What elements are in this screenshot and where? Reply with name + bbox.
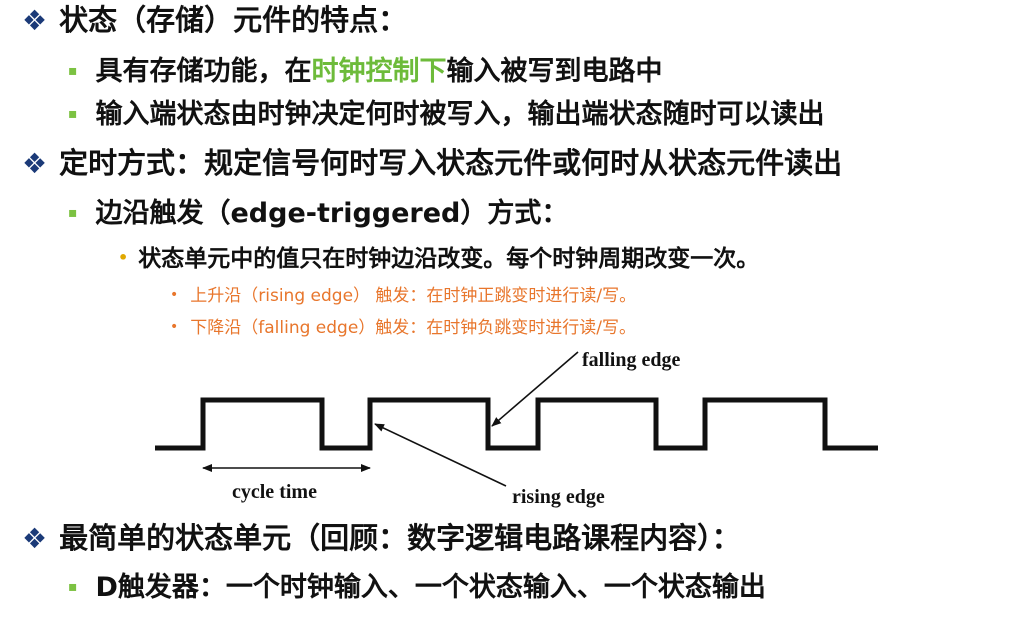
bullet-timing-method: ❖ 定时方式：规定信号何时写入状态元件或何时从状态元件读出 — [22, 145, 842, 182]
bullet-state-change-on-edge: • 状态单元中的值只在时钟边沿改变。每个时钟周期改变一次。 — [118, 243, 759, 274]
highlighted-text: 时钟控制下 — [311, 56, 447, 87]
dot-bullet-icon: • — [170, 287, 179, 303]
cycle-time-label: cycle time — [232, 481, 317, 503]
bullet-simplest-state-element: ❖ 最简单的状态单元（回顾：数字逻辑电路课程内容）： — [22, 520, 741, 557]
diamond-bullet-icon: ❖ — [22, 4, 48, 37]
bullet-text: D触发器：一个时钟输入、一个状态输入、一个状态输出 — [95, 572, 766, 603]
bullet-d-flip-flop: ▪ D触发器：一个时钟输入、一个状态输入、一个状态输出 — [68, 570, 766, 605]
square-bullet-icon: ▪ — [68, 579, 78, 595]
bullet-text: 状态单元中的值只在时钟边沿改变。每个时钟周期改变一次。 — [138, 246, 760, 272]
bullet-input-output-state: ▪ 输入端状态由时钟决定何时被写入，输出端状态随时可以读出 — [68, 97, 825, 132]
bullet-text: 边沿触发（edge-triggered）方式： — [95, 198, 569, 229]
bullet-falling-edge-trigger: • 下降沿（falling edge）触发：在时钟负跳变时进行读/写。 — [170, 316, 636, 339]
square-bullet-icon: ▪ — [68, 106, 78, 122]
bullet-text: 输入端状态由时钟决定何时被写入，输出端状态随时可以读出 — [95, 99, 825, 130]
falling-edge-pointer-arrow — [491, 351, 579, 427]
diamond-bullet-icon: ❖ — [22, 522, 48, 555]
bullet-text: 状态（存储）元件的特点： — [59, 3, 408, 37]
square-bullet-icon: ▪ — [68, 63, 78, 79]
bullet-storage-function: ▪ 具有存储功能，在时钟控制下输入被写到电路中 — [68, 54, 663, 89]
clock-waveform-diagram: falling edge rising edge cycle time — [155, 349, 878, 508]
clock-signal-waveform — [155, 397, 878, 451]
bullet-edge-triggered: ▪ 边沿触发（edge-triggered）方式： — [68, 196, 568, 231]
bullet-text: 上升沿（rising edge） 触发：在时钟正跳变时进行读/写。 — [190, 286, 637, 306]
bullet-state-element-features: ❖ 状态（存储）元件的特点： — [22, 2, 407, 39]
bullet-text-before: 具有存储功能，在 — [95, 56, 312, 87]
square-bullet-icon: ▪ — [68, 205, 78, 221]
rising-edge-label: rising edge — [512, 486, 605, 508]
dot-bullet-icon: • — [118, 248, 129, 267]
bullet-text: 下降沿（falling edge）触发：在时钟负跳变时进行读/写。 — [190, 318, 637, 338]
diamond-bullet-icon: ❖ — [22, 147, 48, 180]
bullet-rising-edge-trigger: • 上升沿（rising edge） 触发：在时钟正跳变时进行读/写。 — [170, 284, 636, 307]
bullet-text: 定时方式：规定信号何时写入状态元件或何时从状态元件读出 — [59, 146, 843, 180]
falling-edge-label: falling edge — [582, 349, 680, 371]
bullet-text-after: 输入被写到电路中 — [446, 56, 663, 87]
bullet-text: 最简单的状态单元（回顾：数字逻辑电路课程内容）： — [59, 521, 741, 555]
dot-bullet-icon: • — [170, 319, 179, 335]
